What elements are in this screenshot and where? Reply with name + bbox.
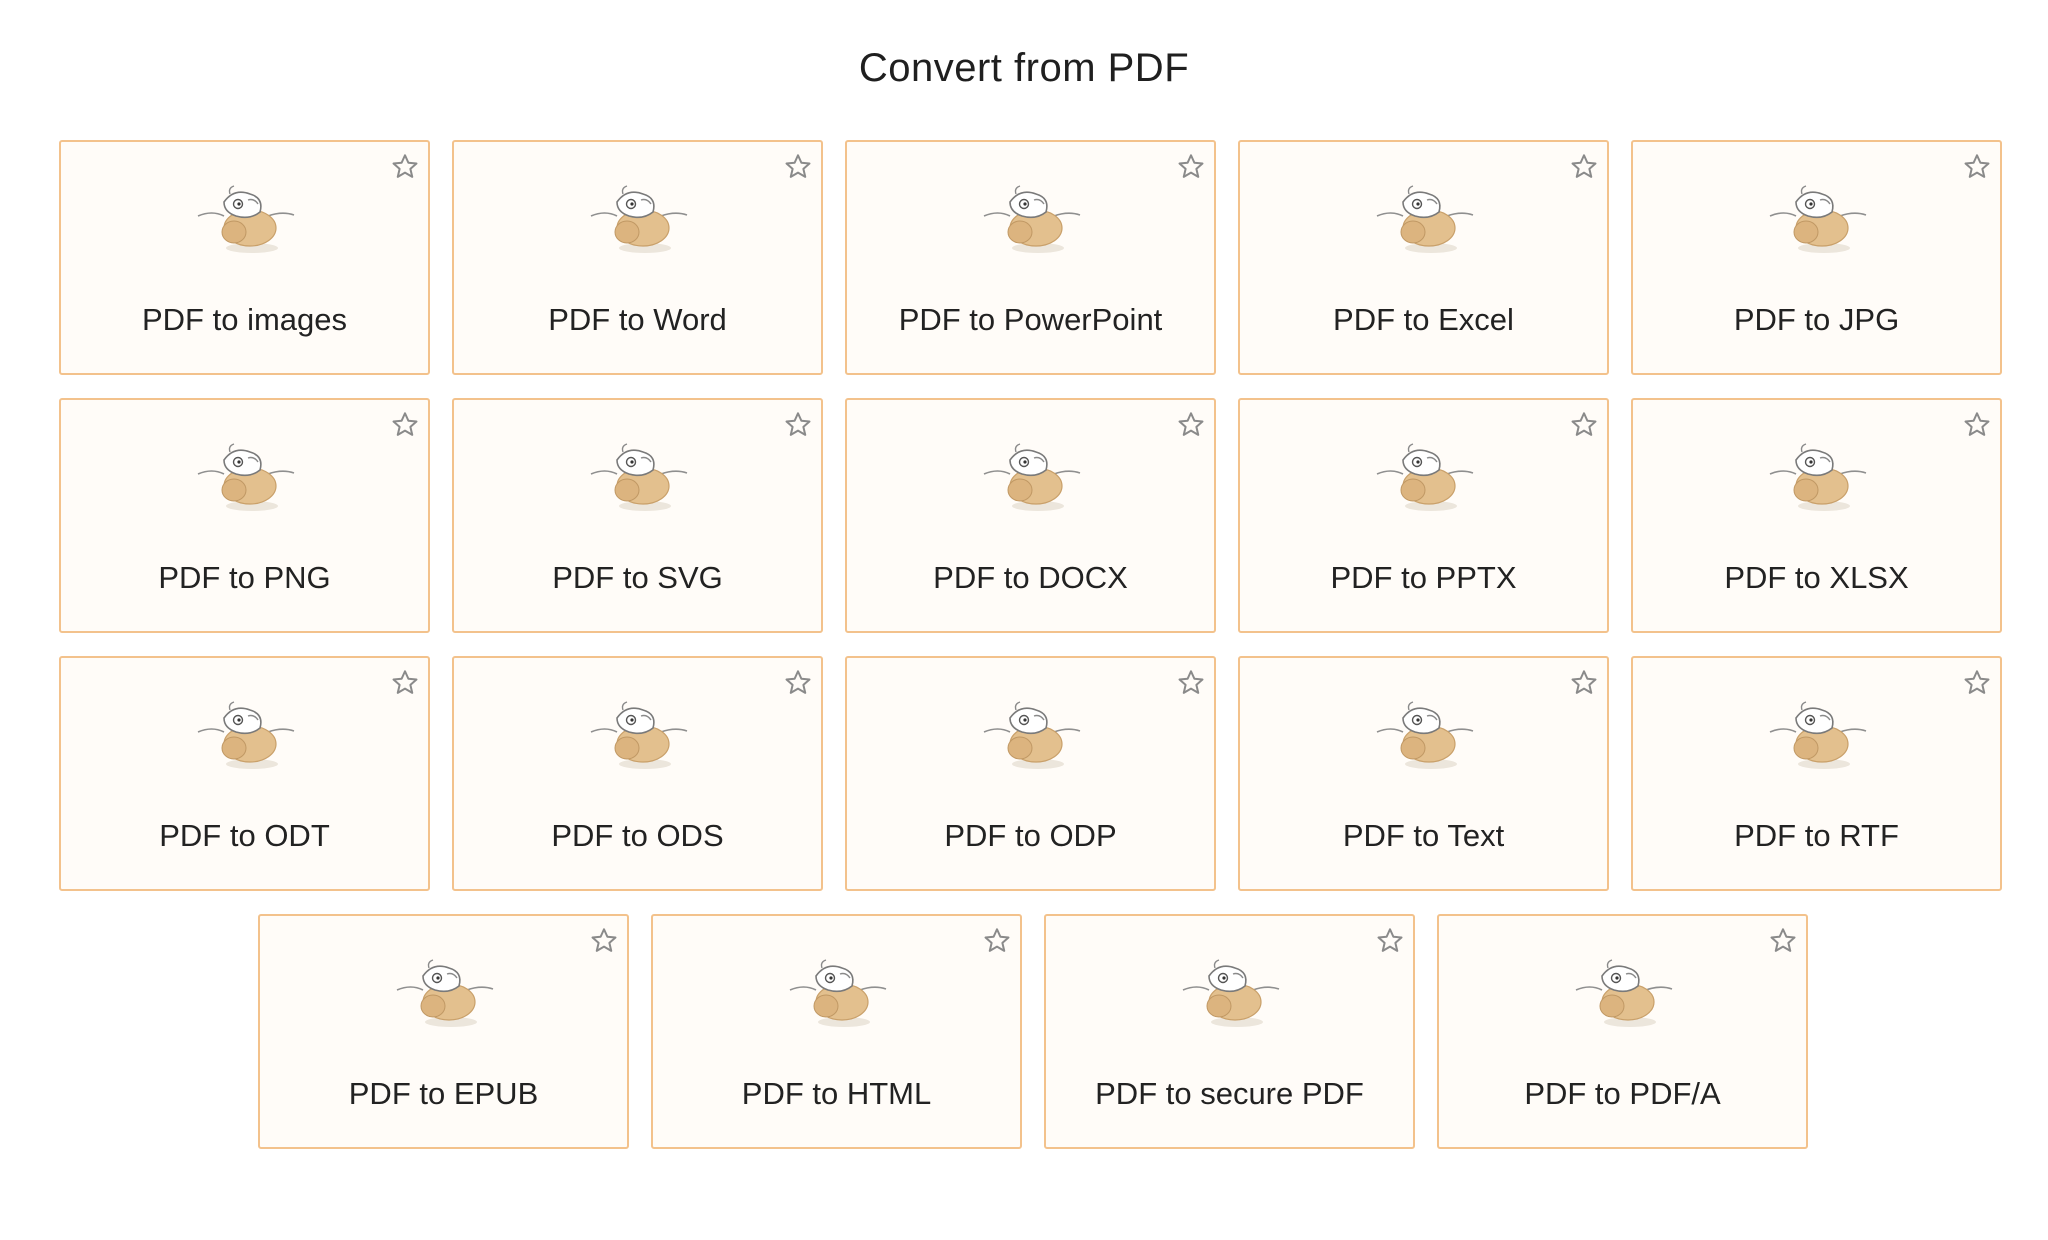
tool-card-label: PDF to SVG — [552, 560, 723, 595]
tool-card-pdf-to-xlsx[interactable]: PDF to XLSX — [1631, 398, 2002, 633]
tool-card-label: PDF to ODP — [944, 818, 1117, 853]
goose-mascot-icon — [190, 180, 300, 260]
goose-mascot-icon — [1175, 954, 1285, 1034]
tool-card-label: PDF to PNG — [158, 560, 331, 595]
favorite-star-icon[interactable] — [390, 410, 420, 440]
tool-card-label: PDF to JPG — [1733, 302, 1900, 337]
goose-mascot-icon — [389, 954, 499, 1034]
favorite-star-icon[interactable] — [1569, 152, 1599, 182]
favorite-star-icon[interactable] — [1962, 410, 1992, 440]
goose-mascot-icon — [583, 696, 693, 776]
tool-card-label: PDF to images — [141, 302, 347, 337]
tool-card-label: PDF to XLSX — [1724, 560, 1909, 595]
favorite-star-icon[interactable] — [783, 152, 813, 182]
tool-card-pdf-to-word[interactable]: PDF to Word — [452, 140, 823, 375]
tool-card-label: PDF to DOCX — [933, 560, 1128, 595]
tool-card-label: PDF to Text — [1342, 818, 1505, 853]
goose-mascot-icon — [782, 954, 892, 1034]
favorite-star-icon[interactable] — [1768, 926, 1798, 956]
tool-card-pdf-to-pdfa[interactable]: PDF to PDF/A — [1437, 914, 1808, 1149]
goose-mascot-icon — [1568, 954, 1678, 1034]
page-title: Convert from PDF — [858, 46, 1190, 90]
tool-card-pdf-to-svg[interactable]: PDF to SVG — [452, 398, 823, 633]
favorite-star-icon[interactable] — [1375, 926, 1405, 956]
goose-mascot-icon — [976, 180, 1086, 260]
tool-card-label: PDF to Word — [548, 302, 727, 337]
tool-card-pdf-to-excel[interactable]: PDF to Excel — [1238, 140, 1609, 375]
tool-card-pdf-to-docx[interactable]: PDF to DOCX — [845, 398, 1216, 633]
tool-row: PDF to ODT PDF to ODS PDF to ODP PDF to … — [59, 656, 2002, 891]
tool-row: PDF to images PDF to Word PDF to PowerPo… — [59, 140, 2002, 375]
tool-card-pdf-to-rtf[interactable]: PDF to RTF — [1631, 656, 2002, 891]
tool-card-pdf-to-pptx[interactable]: PDF to PPTX — [1238, 398, 1609, 633]
tool-card-label: PDF to Excel — [1333, 302, 1514, 337]
goose-mascot-icon — [583, 180, 693, 260]
favorite-star-icon[interactable] — [1176, 410, 1206, 440]
goose-mascot-icon — [1369, 180, 1479, 260]
tool-card-pdf-to-odt[interactable]: PDF to ODT — [59, 656, 430, 891]
goose-mascot-icon — [583, 438, 693, 518]
goose-mascot-icon — [1762, 180, 1872, 260]
favorite-star-icon[interactable] — [783, 410, 813, 440]
favorite-star-icon[interactable] — [390, 152, 420, 182]
favorite-star-icon[interactable] — [1569, 410, 1599, 440]
tool-card-label: PDF to secure PDF — [1095, 1076, 1364, 1111]
tool-card-pdf-to-odp[interactable]: PDF to ODP — [845, 656, 1216, 891]
tool-card-label: PDF to RTF — [1734, 818, 1899, 853]
goose-mascot-icon — [976, 438, 1086, 518]
goose-mascot-icon — [976, 696, 1086, 776]
tool-card-pdf-to-powerpoint[interactable]: PDF to PowerPoint — [845, 140, 1216, 375]
tool-card-pdf-to-epub[interactable]: PDF to EPUB — [258, 914, 629, 1149]
tool-card-label: PDF to HTML — [741, 1076, 932, 1111]
goose-mascot-icon — [1762, 696, 1872, 776]
tool-card-label: PDF to EPUB — [348, 1076, 539, 1111]
tool-row: PDF to PNG PDF to SVG PDF to DOCX PDF to… — [59, 398, 2002, 633]
favorite-star-icon[interactable] — [1176, 668, 1206, 698]
goose-mascot-icon — [1369, 696, 1479, 776]
tool-card-pdf-to-png[interactable]: PDF to PNG — [59, 398, 430, 633]
favorite-star-icon[interactable] — [982, 926, 1012, 956]
favorite-star-icon[interactable] — [1176, 152, 1206, 182]
favorite-star-icon[interactable] — [1569, 668, 1599, 698]
goose-mascot-icon — [1762, 438, 1872, 518]
goose-mascot-icon — [190, 696, 300, 776]
tool-card-pdf-to-secure-pdf[interactable]: PDF to secure PDF — [1044, 914, 1415, 1149]
tool-card-label: PDF to ODT — [159, 818, 330, 853]
favorite-star-icon[interactable] — [589, 926, 619, 956]
favorite-star-icon[interactable] — [1962, 152, 1992, 182]
tool-card-pdf-to-text[interactable]: PDF to Text — [1238, 656, 1609, 891]
tool-card-label: PDF to ODS — [551, 818, 724, 853]
favorite-star-icon[interactable] — [783, 668, 813, 698]
tool-card-label: PDF to PowerPoint — [898, 302, 1163, 337]
tool-card-pdf-to-html[interactable]: PDF to HTML — [651, 914, 1022, 1149]
tool-card-pdf-to-ods[interactable]: PDF to ODS — [452, 656, 823, 891]
tool-card-pdf-to-images[interactable]: PDF to images — [59, 140, 430, 375]
tool-card-label: PDF to PPTX — [1330, 560, 1517, 595]
favorite-star-icon[interactable] — [1962, 668, 1992, 698]
tool-card-pdf-to-jpg[interactable]: PDF to JPG — [1631, 140, 2002, 375]
goose-mascot-icon — [1369, 438, 1479, 518]
tool-card-label: PDF to PDF/A — [1524, 1076, 1721, 1111]
goose-mascot-icon — [190, 438, 300, 518]
favorite-star-icon[interactable] — [390, 668, 420, 698]
tool-row: PDF to EPUB PDF to HTML PDF to secure PD… — [258, 914, 1808, 1149]
